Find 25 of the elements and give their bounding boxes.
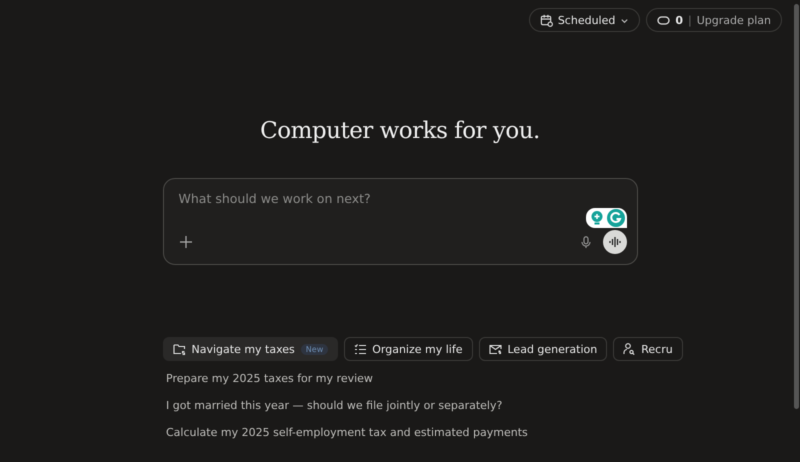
mail-icon [488,344,502,354]
new-badge: New [300,344,328,354]
voice-mode-button[interactable] [602,230,626,254]
lightbulb-icon[interactable] [590,210,604,226]
plus-icon[interactable] [180,236,192,248]
upgrade-plan-button[interactable]: 0 | Upgrade plan [646,8,782,32]
person-search-icon [623,343,636,355]
suggestion-link[interactable]: I got married this year — should we file jointly or separately? [166,398,634,413]
coin-icon [657,16,670,24]
calendar-icon [540,14,553,26]
suggestion-link[interactable]: Prepare my 2025 taxes for my review [166,371,634,386]
microphone-icon[interactable] [580,236,590,248]
folder-icon [172,343,186,355]
list-icon [354,344,366,354]
headline: Computer works for you. [260,118,540,144]
category-tab[interactable]: Recru [613,337,683,361]
suggestion-link[interactable]: Calculate my 2025 self-employment tax and estimated payments [166,425,634,440]
waveform-icon [608,236,620,248]
category-tab[interactable]: Lead generation [478,337,608,361]
writing-assistant-widget[interactable] [586,208,626,228]
category-tab[interactable]: Organize my life [344,337,472,361]
prompt-input[interactable]: What should we work on next? [178,191,626,206]
scrollbar[interactable] [794,4,799,409]
category-tab[interactable]: Navigate my taxes New [162,337,338,361]
scheduled-button[interactable]: Scheduled [528,8,640,32]
